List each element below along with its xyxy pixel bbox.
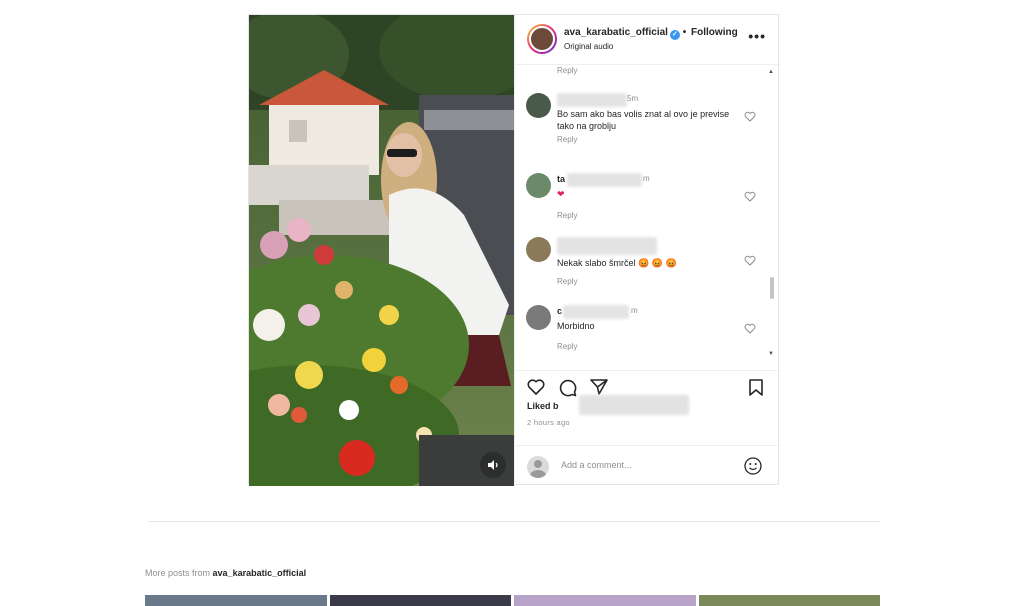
- commenter-avatar[interactable]: [526, 237, 551, 262]
- post-header: ava_karabatic_official ✓ • Following Orig…: [515, 15, 780, 65]
- scroll-up-icon[interactable]: ▲: [768, 69, 774, 75]
- reply-button[interactable]: Reply: [557, 66, 577, 75]
- author-line: ava_karabatic_official ✓ • Following: [564, 27, 738, 40]
- post-thumbnail[interactable]: [145, 595, 327, 606]
- author-avatar[interactable]: [527, 24, 557, 54]
- comment-text: Morbidno: [557, 321, 595, 331]
- commenter-avatar[interactable]: [526, 305, 551, 330]
- comment-item: 5m Bo sam ako bas volis znat al ovo je p…: [515, 93, 780, 153]
- emoji-icon[interactable]: [744, 457, 762, 475]
- post-sidebar: ava_karabatic_official ✓ • Following Orig…: [514, 15, 780, 486]
- like-heart-icon[interactable]: [527, 379, 545, 395]
- author-username[interactable]: ava_karabatic_official: [564, 27, 668, 38]
- post-thumbnail[interactable]: [514, 595, 696, 606]
- comment-text: ❤: [557, 189, 565, 199]
- add-comment-input[interactable]: Add a comment...: [561, 460, 632, 470]
- post-thumbnail[interactable]: [698, 595, 880, 606]
- section-divider: [148, 521, 880, 522]
- redacted-username: [557, 93, 627, 107]
- share-icon[interactable]: [590, 379, 608, 395]
- post-thumbnail[interactable]: [329, 595, 511, 606]
- liked-by-text[interactable]: Liked b: [527, 401, 559, 411]
- redacted-username: [563, 305, 629, 319]
- scroll-down-icon[interactable]: ▼: [768, 351, 774, 357]
- comment-item: ta m ❤ Reply: [515, 173, 780, 228]
- like-heart-icon[interactable]: [744, 111, 756, 122]
- like-heart-icon[interactable]: [744, 191, 756, 202]
- original-audio-link[interactable]: Original audio: [564, 42, 613, 51]
- reply-button[interactable]: Reply: [557, 135, 577, 144]
- commenter-avatar[interactable]: [526, 173, 551, 198]
- current-user-avatar: [527, 456, 549, 478]
- comment-text: Bo sam ako bas volis znat al ovo je prev…: [557, 109, 730, 131]
- bookmark-icon[interactable]: [749, 379, 763, 396]
- user-silhouette-icon: [530, 460, 546, 478]
- commenter-username[interactable]: ta: [557, 174, 565, 184]
- comments-scrollbar[interactable]: ▲ ▼: [768, 65, 778, 365]
- post-video[interactable]: [249, 15, 514, 486]
- comments-list[interactable]: Reply 5m Bo sam ako bas volis znat al ov…: [515, 65, 780, 365]
- more-posts-grid: [145, 595, 880, 606]
- verified-badge-icon: ✓: [669, 30, 680, 40]
- post-timestamp[interactable]: 2 hours ago: [527, 418, 570, 427]
- comment-time: 5m: [627, 94, 639, 103]
- comment-text: Nekak slabo šmrčel 😡 😡 😡: [557, 258, 677, 268]
- reply-button[interactable]: Reply: [557, 277, 577, 286]
- more-posts-prefix: More posts from: [145, 568, 211, 578]
- more-options-icon[interactable]: •••: [748, 28, 766, 44]
- mute-button[interactable]: [480, 452, 506, 478]
- like-heart-icon[interactable]: [744, 323, 756, 334]
- like-heart-icon[interactable]: [744, 255, 756, 266]
- post-video-frame: [249, 15, 514, 486]
- comment-time: m: [643, 174, 650, 183]
- scrollbar-thumb[interactable]: [770, 277, 774, 299]
- following-button[interactable]: Following: [691, 27, 738, 38]
- redacted-username: [567, 173, 642, 187]
- more-posts-heading: More posts from ava_karabatic_official: [145, 568, 306, 578]
- comment-icon[interactable]: [559, 379, 577, 397]
- commenter-username[interactable]: c: [557, 306, 562, 316]
- commenter-avatar[interactable]: [526, 93, 551, 118]
- comment-time: m: [631, 306, 638, 315]
- add-comment-bar: Add a comment...: [515, 445, 780, 486]
- comment-item: c m Morbidno Reply: [515, 305, 780, 360]
- more-posts-username[interactable]: ava_karabatic_official: [213, 568, 307, 578]
- speaker-icon: [488, 460, 498, 470]
- comment-item: Nekak slabo šmrčel 😡 😡 😡 Reply: [515, 237, 780, 292]
- follow-separator: •: [682, 27, 687, 38]
- reply-button[interactable]: Reply: [557, 211, 577, 220]
- reply-button[interactable]: Reply: [557, 342, 577, 351]
- instagram-post: ava_karabatic_official ✓ • Following Orig…: [248, 14, 780, 486]
- redacted-username: [557, 237, 657, 255]
- redacted-likers: [579, 395, 689, 415]
